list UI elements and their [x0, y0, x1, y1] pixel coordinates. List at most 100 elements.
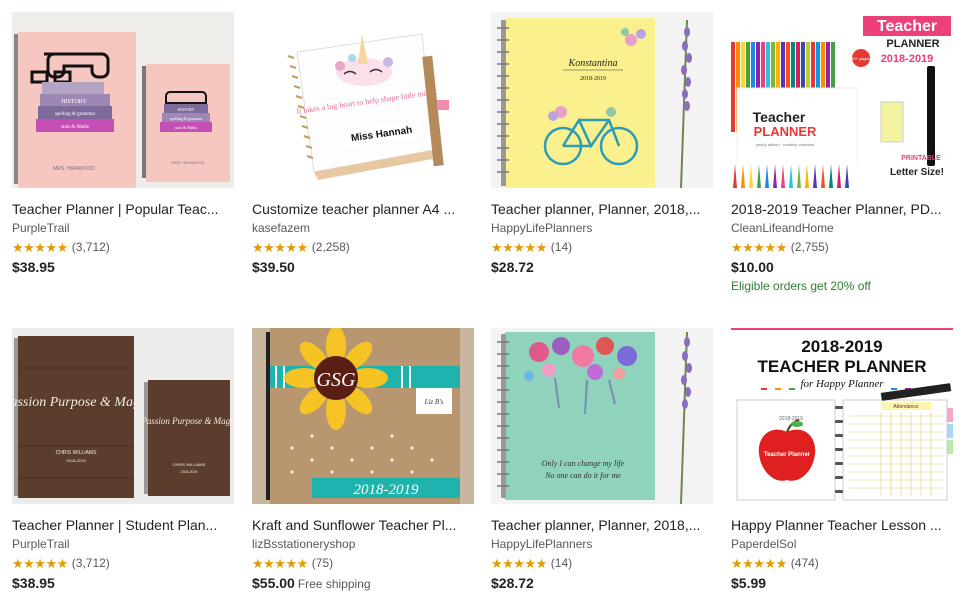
shop-name[interactable]: PaperdelSol	[731, 537, 953, 552]
price: $28.72	[491, 575, 713, 592]
cover-year: 2018-2019	[580, 76, 606, 82]
listing-image[interactable]: GSG Liz B's 2018-2019	[252, 328, 474, 504]
book-text: stats & Maths	[61, 125, 89, 130]
review-count: (474)	[790, 556, 819, 570]
cover-quote: No one can do it for me	[544, 471, 621, 480]
listing-title[interactable]: Kraft and Sunflower Teacher Pl...	[252, 517, 472, 534]
rating: ★★★★★ (474)	[731, 556, 953, 571]
listing-title[interactable]: Teacher Planner | Student Plan...	[12, 517, 232, 534]
listing-card[interactable]: Teacher PLANNER yearly edition · monthly…	[731, 12, 953, 294]
review-count: (2,258)	[311, 240, 350, 254]
star-rating-icon: ★★★★★	[491, 556, 547, 571]
banner-line: TEACHER PLANNER	[757, 357, 926, 376]
badge-title: Teacher	[877, 18, 937, 35]
listing-card[interactable]: It takes a big heart to help shape littl…	[252, 12, 474, 276]
star-rating-icon: ★★★★★	[12, 240, 68, 255]
banner-line: for Happy Planner	[800, 378, 884, 390]
price: $28.72	[491, 259, 713, 276]
shop-name[interactable]: kasefazem	[252, 221, 474, 236]
review-count: (14)	[550, 556, 573, 570]
star-rating-icon: ★★★★★	[252, 240, 308, 255]
cover-name: Konstantina	[568, 58, 618, 69]
price-value: $28.72	[491, 259, 534, 275]
cover-quote: Only I can change my life	[542, 459, 625, 468]
cover-year: 2018-2019	[181, 470, 198, 474]
rating: ★★★★★ (3,712)	[12, 556, 234, 571]
price-value: $10.00	[731, 259, 774, 275]
listing-image[interactable]: Passion Purpose & Magic CHRIS WILLIAMS 2…	[12, 328, 234, 504]
review-count: (3,712)	[71, 240, 110, 254]
price: $10.00	[731, 259, 953, 276]
cover-name: MRS. HIRAWOOD	[53, 166, 95, 172]
shop-name[interactable]: HappyLifePlanners	[491, 221, 713, 236]
cover-name: CHRIS WILLIAMS	[173, 462, 206, 467]
shop-name[interactable]: PurpleTrail	[12, 537, 234, 552]
brand-logo: Liz B's	[424, 398, 444, 406]
listing-title[interactable]: Teacher planner, Planner, 2018,...	[491, 517, 711, 534]
listing-card[interactable]: Passion Purpose & Magic CHRIS WILLIAMS 2…	[12, 328, 234, 592]
price: $38.95	[12, 575, 234, 592]
listing-image[interactable]: Teacher PLANNER yearly edition · monthly…	[731, 12, 953, 188]
star-rating-icon: ★★★★★	[491, 240, 547, 255]
cover-sub: yearly edition · monthly overview	[756, 142, 814, 147]
price: $39.50	[252, 259, 474, 276]
badge-years: 2018-2019	[881, 53, 934, 65]
review-count: (3,712)	[71, 556, 110, 570]
price: $5.99	[731, 575, 953, 592]
shop-name[interactable]: lizBsstationeryshop	[252, 537, 474, 552]
shop-name[interactable]: PurpleTrail	[12, 221, 234, 236]
book-text: HISTORY	[61, 99, 87, 105]
tab-label: Attendance	[893, 404, 919, 410]
listing-title[interactable]: Teacher planner, Planner, 2018,...	[491, 201, 711, 218]
price-value: $39.50	[252, 259, 295, 275]
listing-image[interactable]: Konstantina 2018-2019	[491, 12, 713, 188]
listing-image[interactable]: It takes a big heart to help shape littl…	[252, 12, 474, 188]
cover-name: CHRIS WILLIAMS	[56, 450, 98, 456]
listing-grid: HISTORY spelling & grammar stats & Maths…	[0, 0, 965, 592]
pages-badge: 80+ pages!	[851, 56, 871, 61]
price-value: $38.95	[12, 259, 55, 275]
price-value: $5.99	[731, 575, 767, 591]
listing-image[interactable]: 2018-2019 TEACHER PLANNER for Happy Plan…	[731, 328, 953, 504]
review-count: (2,755)	[790, 240, 829, 254]
star-rating-icon: ★★★★★	[731, 556, 787, 571]
book-text: HISTORY	[177, 107, 194, 112]
cover-year: 2018-2019	[66, 458, 86, 463]
star-rating-icon: ★★★★★	[252, 556, 308, 571]
banner-line: 2018-2019	[801, 337, 882, 356]
price-value: $55.00	[252, 575, 295, 591]
listing-card[interactable]: 2018-2019 TEACHER PLANNER for Happy Plan…	[731, 328, 953, 592]
review-count: (75)	[311, 556, 334, 570]
listing-title[interactable]: 2018-2019 Teacher Planner, PD...	[731, 201, 951, 218]
listing-image[interactable]: Only I can change my life No one can do …	[491, 328, 713, 504]
size-label: Letter Size!	[890, 167, 944, 178]
rating: ★★★★★ (75)	[252, 556, 474, 571]
book-text: spelling & grammar	[170, 116, 203, 121]
price-value: $38.95	[12, 575, 55, 591]
listing-card[interactable]: HISTORY spelling & grammar stats & Maths…	[12, 12, 234, 276]
cover-year: 2018-2019	[354, 482, 419, 498]
year-small: 2018-2019	[779, 416, 803, 422]
listing-card[interactable]: Konstantina 2018-2019 Teacher planner, P…	[491, 12, 713, 276]
promo-text: Eligible orders get 20% off	[731, 279, 871, 293]
listing-card[interactable]: GSG Liz B's 2018-2019 Kraft and Sunflowe…	[252, 328, 474, 593]
cover-title: PLANNER	[754, 124, 817, 139]
cover-name: MRS. HIRAWOOD	[171, 160, 205, 165]
free-shipping-label: Free shipping	[297, 577, 371, 591]
listing-title[interactable]: Teacher Planner | Popular Teac...	[12, 201, 232, 218]
rating: ★★★★★ (2,755)	[731, 240, 953, 255]
listing-image[interactable]: HISTORY spelling & grammar stats & Maths…	[12, 12, 234, 188]
apple-label: Teacher Planner	[764, 452, 811, 458]
badge-title: PLANNER	[886, 38, 939, 50]
printable-label: PRINTABLE	[901, 155, 941, 162]
rating: ★★★★★ (3,712)	[12, 240, 234, 255]
star-rating-icon: ★★★★★	[731, 240, 787, 255]
price: $38.95	[12, 259, 234, 276]
cover-title: Teacher	[753, 109, 806, 125]
listing-title[interactable]: Customize teacher planner A4 ...	[252, 201, 472, 218]
rating: ★★★★★ (2,258)	[252, 240, 474, 255]
shop-name[interactable]: HappyLifePlanners	[491, 537, 713, 552]
listing-card[interactable]: Only I can change my life No one can do …	[491, 328, 713, 592]
shop-name[interactable]: CleanLifeandHome	[731, 221, 953, 236]
listing-title[interactable]: Happy Planner Teacher Lesson ...	[731, 517, 951, 534]
